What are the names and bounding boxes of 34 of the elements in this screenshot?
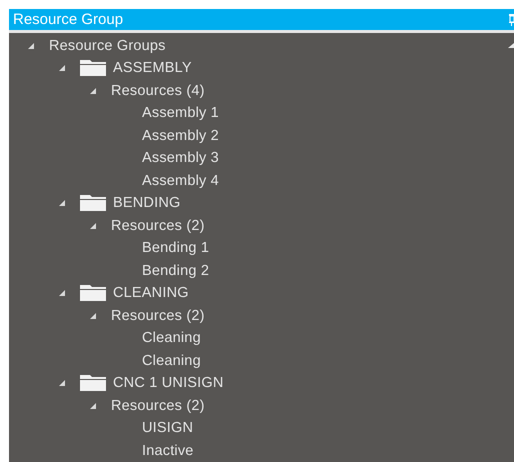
tree-item[interactable]: Assembly 4 [142, 172, 219, 189]
tree-item[interactable]: Cleaning [142, 352, 201, 369]
tree-item[interactable]: Assembly 2 [142, 128, 219, 144]
tree-item[interactable]: Resources (2) [111, 398, 205, 414]
tree-item[interactable]: ASSEMBLY [113, 60, 192, 76]
tree-item[interactable]: Bending 2 [142, 262, 210, 279]
folder-icon [80, 195, 106, 212]
expander-icon[interactable] [58, 199, 66, 208]
tree-item[interactable]: Resources (2) [111, 218, 205, 234]
folder-icon [80, 60, 106, 76]
tree-item[interactable]: BENDING [113, 195, 180, 212]
folder-icon [80, 375, 106, 392]
expander-icon[interactable] [27, 42, 35, 50]
expander-icon[interactable] [58, 379, 66, 388]
tree-item[interactable]: Cleaning [142, 330, 201, 346]
tree-item[interactable]: UISIGN [142, 420, 194, 436]
tree-item[interactable]: Inactive [142, 442, 194, 459]
tree-item[interactable]: Assembly 3 [142, 150, 219, 166]
folder-icon [80, 285, 106, 302]
tree-item[interactable]: Resources (4) [111, 82, 205, 99]
scroll-up-icon[interactable] [508, 42, 514, 48]
tree-item[interactable]: CNC 1 UNISIGN [113, 375, 224, 392]
tree-item[interactable]: Bending 1 [142, 240, 210, 256]
tree-item[interactable]: CLEANING [113, 285, 189, 302]
panel-title: Resource Group [13, 11, 124, 28]
expander-icon[interactable] [89, 312, 97, 320]
tree-item[interactable]: Assembly 1 [142, 105, 219, 122]
expander-icon[interactable] [89, 402, 97, 410]
tree-item[interactable]: Resources (2) [111, 308, 205, 324]
expander-icon[interactable] [89, 86, 97, 95]
expander-icon[interactable] [89, 222, 97, 230]
expander-icon[interactable] [58, 289, 66, 298]
expander-icon[interactable] [58, 64, 66, 72]
tree-item[interactable]: Resource Groups [49, 38, 166, 54]
